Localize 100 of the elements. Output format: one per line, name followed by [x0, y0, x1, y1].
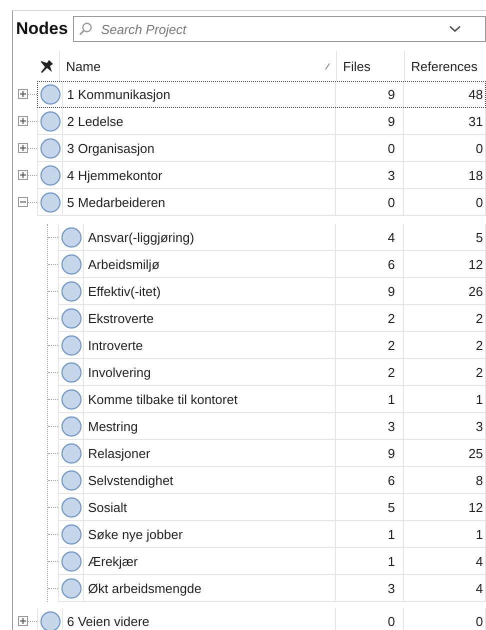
files-count: 2	[335, 359, 403, 385]
references-count: 31	[403, 108, 485, 134]
node-row[interactable]: 3 Organisasjon 0 0	[37, 135, 486, 162]
node-icon	[60, 550, 82, 572]
files-count: 2	[335, 332, 403, 358]
node-name: Økt arbeidsmengde	[83, 575, 335, 601]
files-count: 9	[335, 440, 403, 466]
files-count: 1	[335, 386, 403, 412]
node-name: Komme tilbake til kontoret	[83, 386, 335, 412]
node-row[interactable]: Effektiv(-itet) 9 26	[58, 278, 486, 305]
references-count: 25	[403, 440, 485, 466]
expand-icon[interactable]	[18, 89, 28, 99]
node-icon	[40, 110, 60, 132]
node-icon	[40, 610, 60, 630]
node-icon	[40, 192, 60, 212]
references-count: 4	[403, 548, 485, 574]
files-count: 0	[335, 189, 403, 215]
collapse-icon[interactable]	[18, 197, 28, 207]
files-count: 6	[335, 251, 403, 277]
files-count: 3	[335, 413, 403, 439]
node-icon	[60, 578, 82, 598]
node-row[interactable]: 5 Medarbeideren 0 0	[37, 189, 486, 216]
references-count: 2	[403, 332, 485, 358]
node-icon	[60, 388, 82, 410]
references-count: 18	[403, 162, 485, 188]
node-row[interactable]: 1 Kommunikasjon 9 48	[37, 81, 486, 108]
node-icon	[40, 138, 60, 158]
references-count: 5	[403, 224, 485, 250]
node-row[interactable]: Mestring 3 3	[58, 413, 486, 440]
node-name: 4 Hjemmekontor	[62, 162, 335, 188]
search-icon	[78, 22, 93, 36]
pin-icon[interactable]	[39, 58, 55, 74]
node-row[interactable]: Introverte 2 2	[58, 332, 486, 359]
node-icon	[60, 226, 82, 248]
node-row[interactable]: 2 Ledelse 9 31	[37, 108, 486, 135]
node-row[interactable]: 6 Veien videre 0 0	[37, 608, 486, 630]
references-count: 1	[403, 521, 485, 547]
search-field[interactable]: Search Project	[98, 20, 443, 38]
node-name: Introverte	[83, 332, 335, 358]
files-count: 2	[335, 305, 403, 331]
references-count: 26	[403, 278, 485, 304]
node-name: 3 Organisasjon	[62, 135, 335, 161]
node-icon	[60, 334, 82, 356]
files-count: 9	[335, 108, 403, 134]
node-icon	[60, 362, 82, 382]
node-icon	[60, 308, 82, 328]
panel-title: Nodes	[16, 19, 68, 39]
node-icon	[60, 416, 82, 436]
expand-icon[interactable]	[18, 170, 28, 180]
files-count: 9	[335, 82, 403, 107]
node-name: Søke nye jobber	[83, 521, 335, 547]
expand-icon[interactable]	[18, 116, 28, 126]
node-name: Effektiv(-itet)	[83, 278, 335, 304]
files-count: 5	[335, 494, 403, 520]
expand-icon[interactable]	[18, 143, 28, 153]
expand-icon[interactable]	[18, 616, 28, 626]
files-count: 4	[335, 224, 403, 250]
files-count: 9	[335, 278, 403, 304]
dropdown-icon[interactable]	[449, 25, 461, 33]
node-name: Ansvar(-liggjøring)	[83, 224, 335, 250]
search-box[interactable]: Search Project	[72, 16, 486, 42]
node-row[interactable]: Relasjoner 9 25	[58, 440, 486, 467]
node-name: Ekstroverte	[83, 305, 335, 331]
node-name: Sosialt	[83, 494, 335, 520]
node-row[interactable]: Arbeidsmiljø 6 12	[58, 251, 486, 278]
node-icon	[60, 442, 82, 464]
files-count: 1	[335, 521, 403, 547]
node-name: Involvering	[83, 359, 335, 385]
files-count: 0	[335, 608, 403, 630]
references-count: 2	[403, 305, 485, 331]
node-row[interactable]: Ekstroverte 2 2	[58, 305, 486, 332]
node-name: 5 Medarbeideren	[62, 189, 335, 215]
node-row[interactable]: Involvering 2 2	[58, 359, 486, 386]
node-name: Selvstendighet	[83, 467, 335, 493]
node-name: Relasjoner	[83, 440, 335, 466]
node-row[interactable]: Sosialt 5 12	[58, 494, 486, 521]
column-header[interactable]: References	[404, 51, 486, 81]
references-count: 2	[403, 359, 485, 385]
references-count: 3	[403, 413, 485, 439]
references-count: 0	[403, 608, 485, 630]
node-row[interactable]: Økt arbeidsmengde 3 4	[58, 575, 486, 602]
node-row[interactable]: Ansvar(-liggjøring) 4 5	[58, 224, 486, 251]
column-header[interactable]: Name	[59, 51, 336, 81]
references-count: 0	[403, 189, 485, 215]
node-icon	[40, 84, 60, 105]
node-icon	[60, 524, 82, 544]
node-row[interactable]: Ærekjær 1 4	[58, 548, 486, 575]
node-icon	[60, 470, 82, 490]
node-icon	[40, 164, 60, 186]
node-icon	[60, 254, 82, 274]
node-row[interactable]: Selvstendighet 6 8	[58, 467, 486, 494]
references-count: 1	[403, 386, 485, 412]
node-name: 6 Veien videre	[62, 608, 335, 630]
references-count: 12	[403, 494, 485, 520]
files-count: 0	[335, 135, 403, 161]
files-count: 1	[335, 548, 403, 574]
column-header[interactable]: Files	[336, 51, 404, 81]
node-row[interactable]: Søke nye jobber 1 1	[58, 521, 486, 548]
node-row[interactable]: Komme tilbake til kontoret 1 1	[58, 386, 486, 413]
node-row[interactable]: 4 Hjemmekontor 3 18	[37, 162, 486, 189]
